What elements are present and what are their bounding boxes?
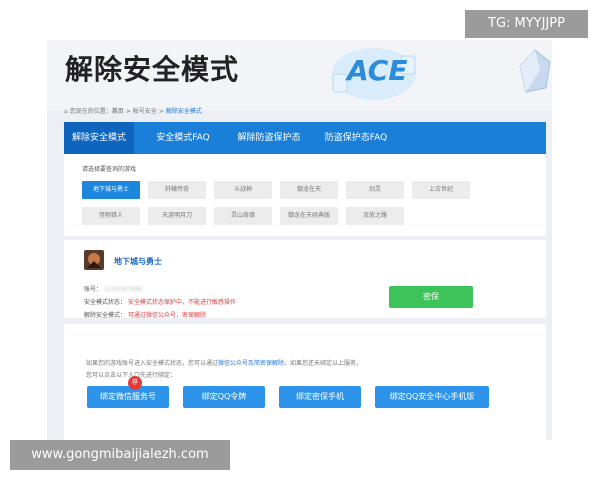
breadcrumb: ⌂ 您现在的位置：首页 > 帐号安全 > 解除安全模式	[64, 106, 202, 115]
game-option[interactable]: 灵山奇缘	[214, 207, 272, 225]
main-nav: 解除安全模式 安全模式FAQ 解除防盗保护态 防盗保护态FAQ	[64, 122, 546, 154]
unlock-label: 解除安全模式：	[84, 312, 127, 319]
game-select-label: 请选择要查询的游戏	[82, 166, 137, 173]
mode-label: 安全模式状态：	[84, 299, 127, 306]
account-status-panel: 地下城与勇士 账号： 1234567890 安全模式状态： 安全模式状态保护中，…	[64, 240, 546, 319]
tab-safe-mode-faq[interactable]: 安全模式FAQ	[148, 122, 218, 154]
page-title: 解除安全模式	[65, 53, 240, 86]
help-text: 。如果您还未绑定以上服务，	[284, 360, 363, 367]
mode-value: 安全模式状态保护中，不能进行敏感操作	[127, 299, 236, 306]
logo-text: ACE	[347, 54, 408, 87]
tab-unlock-anti-theft[interactable]: 解除防盗保护态	[229, 122, 309, 154]
game-avatar-icon	[84, 250, 104, 270]
help-text: 如果您的游戏账号进入安全模式状态，您可以通过	[86, 360, 219, 367]
help-line-1: 如果您的游戏账号进入安全模式状态，您可以通过微信公众号及简密保解除。如果您还未绑…	[86, 358, 362, 367]
game-option[interactable]: 流放之路	[346, 207, 404, 225]
page-frame: 解除安全模式 ACE ⌂ 您现在的位置：首页 > 帐号安全 > 解除安全模式 解除安全模…	[47, 40, 552, 440]
game-option[interactable]: 上古世纪	[412, 181, 470, 199]
recommend-badge: 荐	[128, 376, 142, 390]
home-icon: ⌂	[64, 108, 68, 115]
game-select-panel: 请选择要查询的游戏 地下城与勇士 轩辕传奇 斗战神 御龙在天 剑灵 上古世纪 怪…	[64, 154, 546, 236]
bind-wechat-button[interactable]: 绑定微信服务号	[87, 386, 169, 408]
bind-phone-button[interactable]: 绑定密保手机	[279, 386, 361, 408]
crystal-decoration-icon	[519, 49, 551, 93]
watermark-bottom-left: www.gongmibaijialezh.com	[10, 440, 230, 470]
breadcrumb-section[interactable]: 帐号安全	[133, 108, 157, 115]
breadcrumb-sep: >	[158, 108, 164, 115]
game-option[interactable]: 地下城与勇士	[82, 181, 140, 199]
account-label: 账号：	[84, 286, 103, 293]
game-option[interactable]: 御龙在天经典版	[280, 207, 338, 225]
account-row: 账号： 1234567890	[84, 284, 142, 293]
breadcrumb-prefix: 您现在的位置：	[69, 108, 112, 115]
game-option[interactable]: 斗战神	[214, 181, 272, 199]
game-option[interactable]: 怪物猎人	[82, 207, 140, 225]
game-option[interactable]: 剑灵	[346, 181, 404, 199]
game-option[interactable]: 天涯明月刀	[148, 207, 206, 225]
selected-game-name: 地下城与勇士	[114, 257, 162, 266]
game-option[interactable]: 御龙在天	[280, 181, 338, 199]
mode-row: 安全模式状态： 安全模式状态保护中，不能进行敏感操作	[84, 297, 236, 306]
ace-logo: ACE	[329, 44, 419, 104]
tab-unlock-safe-mode[interactable]: 解除安全模式	[64, 122, 134, 154]
unlock-row: 解除安全模式： 可通过微信公众号，密保解除	[84, 310, 206, 319]
bind-qq-security-app-button[interactable]: 绑定QQ安全中心手机版	[375, 386, 489, 408]
header-banner: 解除安全模式 ACE	[47, 40, 552, 110]
tab-anti-theft-faq[interactable]: 防盗保护态FAQ	[316, 122, 396, 154]
account-value: 1234567890	[103, 286, 143, 293]
game-option[interactable]: 轩辕传奇	[148, 181, 206, 199]
bind-qq-token-button[interactable]: 绑定QQ令牌	[183, 386, 265, 408]
breadcrumb-current: 解除安全模式	[165, 108, 202, 115]
breadcrumb-sep: >	[125, 108, 131, 115]
help-link[interactable]: 微信公众号及简密保解除	[218, 360, 284, 367]
secure-button[interactable]: 密保	[389, 286, 473, 308]
breadcrumb-home[interactable]: 首页	[112, 108, 124, 115]
watermark-top-right: TG: MYYJJPP	[465, 10, 588, 38]
unlock-value: 可通过微信公众号，密保解除	[127, 312, 206, 319]
